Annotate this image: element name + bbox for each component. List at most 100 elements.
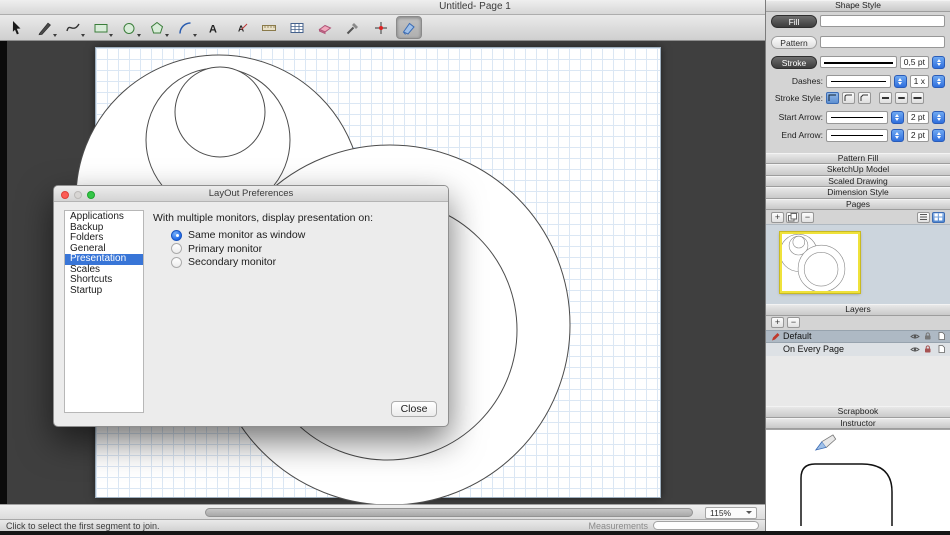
select-icon xyxy=(8,19,26,37)
panel-header-sketchup-model[interactable]: SketchUp Model xyxy=(766,164,950,176)
stroke-color-swatch[interactable] xyxy=(820,56,897,68)
split-tool[interactable] xyxy=(368,16,394,39)
measurements-input[interactable] xyxy=(653,521,759,530)
bevel-join-button[interactable] xyxy=(858,92,871,104)
round-cap-button[interactable] xyxy=(895,92,908,104)
zoom-caret-icon xyxy=(746,511,752,514)
add-page-small-button[interactable]: + xyxy=(771,212,784,223)
start-arrow-select[interactable] xyxy=(826,111,888,124)
panel-header-pages[interactable]: Pages xyxy=(766,199,950,211)
page-thumbnail-selected[interactable] xyxy=(780,232,860,293)
category-applications[interactable]: Applications xyxy=(65,212,143,223)
line-tool[interactable] xyxy=(32,16,58,39)
dimension-tool[interactable] xyxy=(256,16,282,39)
close-window-icon[interactable] xyxy=(61,191,69,199)
polygon-tool[interactable] xyxy=(144,16,170,39)
horizontal-scrollbar[interactable]: 115% xyxy=(0,504,765,519)
circle-tool[interactable] xyxy=(116,16,142,39)
fill-button[interactable]: Fill xyxy=(771,15,817,28)
square-cap-button[interactable] xyxy=(911,92,924,104)
delete-layer-button[interactable]: − xyxy=(787,317,800,328)
stroke-width-dropdown[interactable] xyxy=(932,56,945,69)
layer-visible-icon[interactable] xyxy=(910,333,920,340)
radio-icon[interactable] xyxy=(171,257,182,268)
close-button[interactable]: Close xyxy=(391,401,437,417)
dashes-dropdown[interactable] xyxy=(894,75,907,88)
option-primary-monitor[interactable]: Primary monitor xyxy=(171,243,262,255)
layer-lock-icon[interactable] xyxy=(923,332,933,340)
category-presentation[interactable]: Presentation xyxy=(65,254,143,265)
fill-row: Fill xyxy=(771,15,945,28)
page-grid-view-button[interactable] xyxy=(932,212,945,223)
start-arrow-size[interactable]: 2 pt xyxy=(907,111,929,124)
round-join-button[interactable] xyxy=(842,92,855,104)
layer-visible-icon[interactable] xyxy=(910,346,920,353)
end-arrow-dropdown[interactable] xyxy=(891,129,904,142)
pages-thumbnail-area xyxy=(766,224,950,304)
dialog-titlebar[interactable]: LayOut Preferences xyxy=(54,186,448,202)
radio-selected-icon[interactable] xyxy=(171,230,182,241)
end-arrow-select[interactable] xyxy=(826,129,888,142)
panel-header-scrapbook[interactable]: Scrapbook xyxy=(766,406,950,418)
pattern-button[interactable]: Pattern xyxy=(771,36,817,49)
dashes-scale-dropdown[interactable] xyxy=(932,75,945,88)
fill-color-swatch[interactable] xyxy=(820,15,945,27)
panel-header-pattern-fill[interactable]: Pattern Fill xyxy=(766,153,950,165)
layer-share-icon[interactable] xyxy=(936,332,946,340)
miter-join-button[interactable] xyxy=(826,92,839,104)
end-arrow-size[interactable]: 2 pt xyxy=(907,129,929,142)
start-arrow-size-dropdown[interactable] xyxy=(932,111,945,124)
category-startup[interactable]: Startup xyxy=(65,286,143,297)
rectangle-tool[interactable] xyxy=(88,16,114,39)
category-folders[interactable]: Folders xyxy=(65,233,143,244)
option-label: Secondary monitor xyxy=(188,256,276,268)
duplicate-page-button[interactable] xyxy=(786,212,799,223)
dashes-pattern-select[interactable] xyxy=(826,75,891,88)
zoom-window-icon[interactable] xyxy=(87,191,95,199)
end-arrow-size-dropdown[interactable] xyxy=(932,129,945,142)
option-secondary-monitor[interactable]: Secondary monitor xyxy=(171,256,276,268)
option-label: Primary monitor xyxy=(188,243,262,255)
canvas-workspace[interactable]: LayOut Preferences Applications Backup F… xyxy=(0,41,765,505)
dropdown-caret-icon xyxy=(53,34,57,37)
end-arrow-label: End Arrow: xyxy=(771,130,823,140)
zoom-control[interactable]: 115% xyxy=(705,507,757,519)
status-hint: Click to select the first segment to joi… xyxy=(6,521,160,531)
panel-header-dimension-style[interactable]: Dimension Style xyxy=(766,187,950,199)
panel-header-scaled-drawing[interactable]: Scaled Drawing xyxy=(766,176,950,188)
delete-page-button[interactable]: − xyxy=(801,212,814,223)
miter-corner-icon xyxy=(828,94,837,102)
dashes-scale-value[interactable]: 1 x xyxy=(910,75,929,88)
style-tool[interactable] xyxy=(340,16,366,39)
freehand-tool[interactable] xyxy=(60,16,86,39)
start-arrow-dropdown[interactable] xyxy=(891,111,904,124)
layer-row-default[interactable]: Default xyxy=(766,330,950,343)
radio-icon[interactable] xyxy=(171,243,182,254)
arc-tool[interactable] xyxy=(172,16,198,39)
stroke-width-value[interactable]: 0,5 pt xyxy=(900,56,929,69)
text-tool[interactable]: A xyxy=(200,16,226,39)
join-tool[interactable] xyxy=(396,16,422,39)
status-bar: Click to select the first segment to joi… xyxy=(0,519,765,531)
panel-header-layers[interactable]: Layers xyxy=(766,304,950,316)
table-tool[interactable] xyxy=(284,16,310,39)
pattern-swatch[interactable] xyxy=(820,36,945,48)
scrollbar-thumb[interactable] xyxy=(205,508,693,517)
pattern-row: Pattern xyxy=(771,36,945,49)
option-same-monitor[interactable]: Same monitor as window xyxy=(171,229,305,241)
select-tool[interactable] xyxy=(4,16,30,39)
layer-share-icon[interactable] xyxy=(936,345,946,353)
label-tool[interactable]: A xyxy=(228,16,254,39)
layer-row-on-every-page[interactable]: On Every Page xyxy=(766,343,950,356)
panel-header-instructor[interactable]: Instructor xyxy=(766,418,950,430)
page-list-view-button[interactable] xyxy=(917,212,930,223)
round-corner-icon xyxy=(844,94,853,102)
category-shortcuts[interactable]: Shortcuts xyxy=(65,275,143,286)
eraser-tool[interactable] xyxy=(312,16,338,39)
stroke-button[interactable]: Stroke xyxy=(771,56,817,69)
panel-header-shape-style[interactable]: Shape Style xyxy=(766,0,950,12)
add-layer-button[interactable]: + xyxy=(771,317,784,328)
butt-cap-button[interactable] xyxy=(879,92,892,104)
bevel-corner-icon xyxy=(860,94,869,102)
layer-lock-icon[interactable] xyxy=(923,345,933,353)
